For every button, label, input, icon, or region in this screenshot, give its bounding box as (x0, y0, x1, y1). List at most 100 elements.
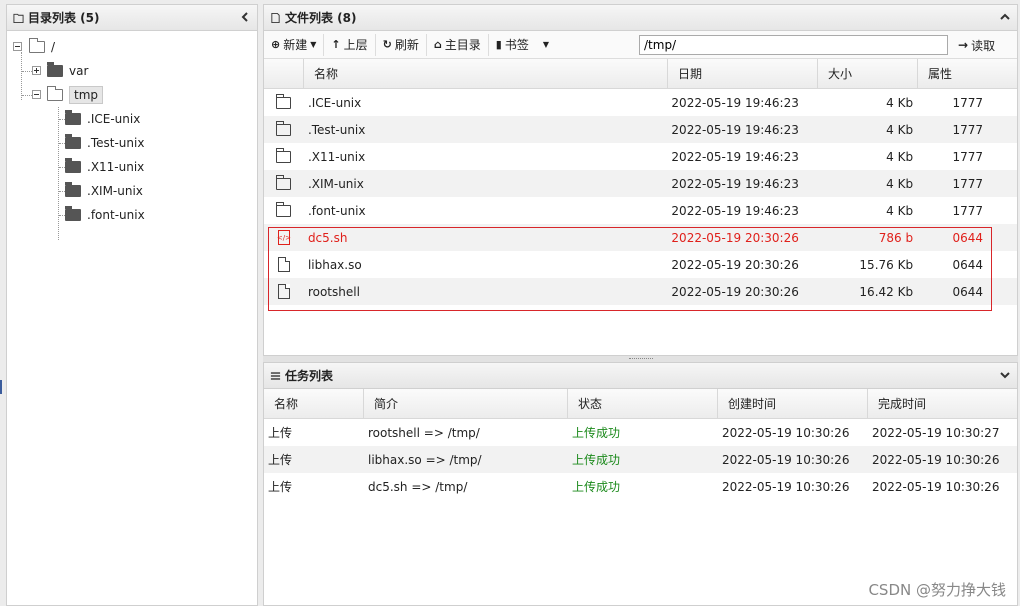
task-desc: rootshell => /tmp/ (368, 425, 480, 440)
task-row[interactable]: 上传 dc5.sh => /tmp/ 上传成功 2022-05-19 10:30… (264, 473, 1017, 500)
folder-icon (65, 110, 81, 125)
file-attr: 1777 (952, 203, 983, 218)
tree-node-ice-unix[interactable]: .ICE-unix (65, 109, 140, 129)
task-created: 2022-05-19 10:30:26 (722, 425, 850, 440)
file-date: 2022-05-19 20:30:26 (671, 257, 799, 272)
file-panel-title: 文件列表 (8) (285, 11, 357, 25)
file-row[interactable]: .XIM-unix 2022-05-19 19:46:23 4 Kb 1777 (264, 170, 1017, 197)
folder-icon (276, 147, 292, 163)
column-header-finished[interactable]: 完成时间 (868, 389, 1017, 418)
root-collapse-toggle[interactable] (13, 42, 22, 51)
file-size: 4 Kb (886, 203, 914, 218)
file-panel-header: 文件列表 (8) (264, 5, 1017, 31)
up-button-label: 上层 (343, 38, 368, 52)
folder-icon (65, 134, 81, 149)
folder-icon (276, 174, 292, 190)
tree-node-var[interactable]: var (47, 61, 88, 81)
code-file-icon: </> (277, 230, 291, 245)
folder-icon (65, 206, 81, 221)
tree-node-label: / (51, 40, 56, 54)
file-icon (277, 257, 290, 272)
tree-node-label: .XIM-unix (87, 184, 143, 198)
task-created: 2022-05-19 10:30:26 (722, 479, 850, 494)
folder-icon (65, 158, 81, 173)
file-outline-icon (271, 12, 280, 23)
read-button-label: 读取 (971, 38, 996, 53)
tree-node-test-unix[interactable]: .Test-unix (65, 133, 144, 153)
file-row-selected[interactable]: </> dc5.sh 2022-05-19 20:30:26 786 b 064… (264, 224, 1017, 251)
caret-down-icon: ▼ (310, 40, 317, 49)
column-header-attr[interactable]: 属性 (918, 59, 1017, 88)
column-header-date[interactable]: 日期 (668, 59, 818, 88)
file-name: .font-unix (307, 203, 366, 218)
file-icon (277, 284, 290, 299)
task-name: 上传 (268, 426, 293, 440)
column-header-name[interactable]: 名称 (264, 389, 364, 418)
directory-panel-header: 目录列表 (5) (7, 5, 257, 31)
window-edge-marker (0, 380, 2, 394)
file-date: 2022-05-19 19:46:23 (671, 203, 799, 218)
column-header-status[interactable]: 状态 (568, 389, 718, 418)
file-row[interactable]: .X11-unix 2022-05-19 19:46:23 4 Kb 1777 (264, 143, 1017, 170)
read-button[interactable]: → 读取 (958, 35, 995, 55)
folder-icon (276, 93, 292, 109)
new-button-label: 新建 (283, 38, 308, 52)
tmp-collapse-toggle[interactable] (32, 90, 41, 99)
column-header-desc[interactable]: 简介 (364, 389, 568, 418)
file-row[interactable]: .font-unix 2022-05-19 19:46:23 4 Kb 1777 (264, 197, 1017, 224)
home-button[interactable]: ⌂ 主目录 (427, 33, 489, 56)
file-row[interactable]: rootshell 2022-05-19 20:30:26 16.42 Kb 0… (264, 278, 1017, 305)
file-grid-header: 名称 日期 大小 属性 (264, 59, 1017, 89)
file-panel: 文件列表 (8) ⊕新建▼ ↑上层 ↻刷新 ⌂主目录 ▮书签▼ →读取 名称 日… (263, 4, 1018, 356)
caret-down-icon: ▼ (542, 40, 549, 49)
task-desc: dc5.sh => /tmp/ (368, 479, 468, 494)
tree-node-label: .Test-unix (87, 136, 145, 150)
home-icon: ⌂ (433, 38, 442, 51)
path-input[interactable] (639, 35, 948, 55)
task-panel: 任务列表 名称 简介 状态 创建时间 完成时间 上传 rootshell => … (263, 362, 1018, 606)
file-name: .ICE-unix (307, 95, 362, 110)
file-date: 2022-05-19 19:46:23 (671, 122, 799, 137)
folder-icon (47, 62, 63, 77)
plus-circle-icon: ⊕ (271, 38, 281, 51)
file-name: libhax.so (307, 257, 362, 272)
folder-icon (276, 201, 292, 217)
bookmark-button[interactable]: ▮ 书签 ▼ (489, 34, 556, 56)
file-row[interactable]: .ICE-unix 2022-05-19 19:46:23 4 Kb 1777 (264, 89, 1017, 116)
folder-icon (65, 182, 81, 197)
tree-node-x11-unix[interactable]: .X11-unix (65, 157, 144, 177)
tree-node-tmp[interactable]: tmp (47, 85, 104, 105)
file-row[interactable]: libhax.so 2022-05-19 20:30:26 15.76 Kb 0… (264, 251, 1017, 278)
task-panel-title: 任务列表 (285, 369, 334, 383)
var-expand-toggle[interactable] (32, 66, 41, 75)
tree-node-xim-unix[interactable]: .XIM-unix (65, 181, 143, 201)
task-grid-header: 名称 简介 状态 创建时间 完成时间 (264, 389, 1017, 419)
column-header-size[interactable]: 大小 (818, 59, 918, 88)
task-row[interactable]: 上传 rootshell => /tmp/ 上传成功 2022-05-19 10… (264, 419, 1017, 446)
tree-node-font-unix[interactable]: .font-unix (65, 205, 145, 225)
file-size: 4 Kb (886, 149, 914, 164)
collapse-down-icon[interactable] (999, 369, 1011, 381)
column-header-name[interactable]: 名称 (304, 59, 668, 88)
file-size: 4 Kb (886, 95, 914, 110)
task-row[interactable]: 上传 libhax.so => /tmp/ 上传成功 2022-05-19 10… (264, 446, 1017, 473)
directory-panel-title: 目录列表 (5) (28, 11, 100, 25)
file-name: dc5.sh (307, 230, 348, 245)
tree-node-label: .font-unix (87, 208, 145, 222)
file-size: 15.76 Kb (859, 257, 914, 272)
file-attr: 0644 (952, 230, 983, 245)
column-header-created[interactable]: 创建时间 (718, 389, 868, 418)
collapse-left-icon[interactable] (239, 11, 251, 23)
file-attr: 1777 (952, 149, 983, 164)
up-button[interactable]: ↑ 上层 (324, 33, 376, 56)
file-attr: 1777 (952, 176, 983, 191)
refresh-button[interactable]: ↻ 刷新 (376, 33, 427, 56)
tree-node-root[interactable]: / (29, 37, 55, 57)
task-finished: 2022-05-19 10:30:26 (872, 452, 1000, 467)
collapse-up-icon[interactable] (999, 11, 1011, 23)
task-status: 上传成功 (572, 480, 621, 494)
file-date: 2022-05-19 19:46:23 (671, 149, 799, 164)
folder-open-icon (47, 86, 63, 101)
new-button[interactable]: ⊕ 新建 ▼ (264, 33, 325, 56)
file-row[interactable]: .Test-unix 2022-05-19 19:46:23 4 Kb 1777 (264, 116, 1017, 143)
